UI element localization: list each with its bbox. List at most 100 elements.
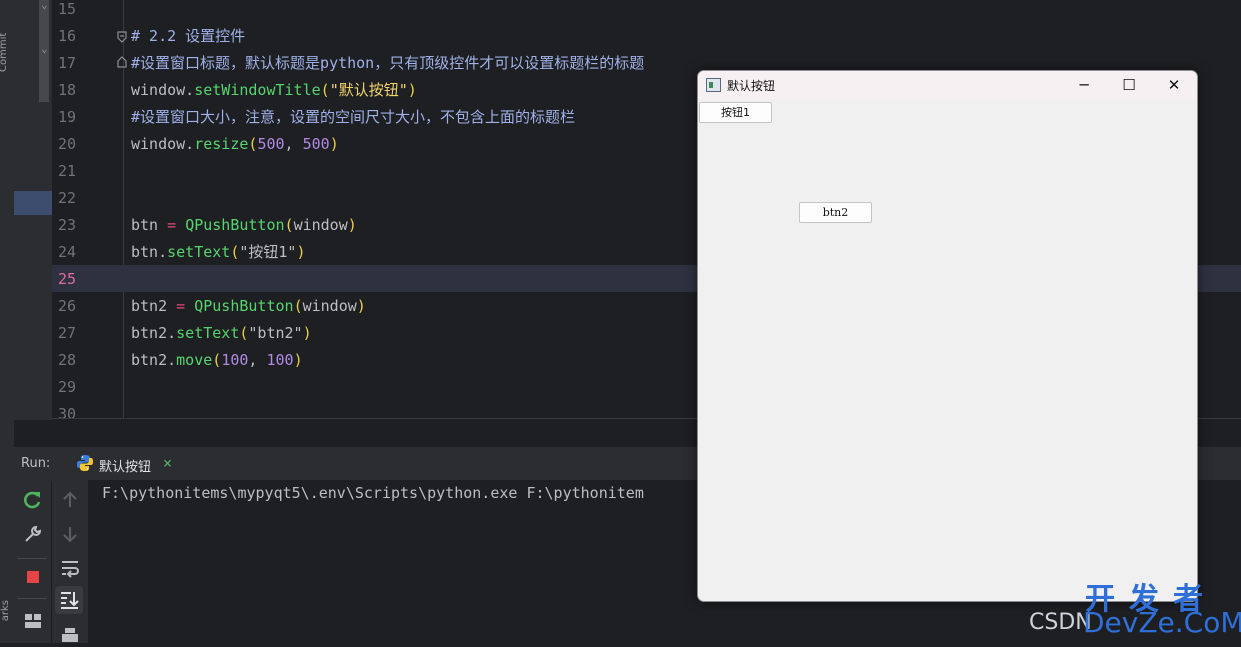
fold-marker-icon[interactable] <box>117 31 127 43</box>
code-token: ) <box>293 351 303 369</box>
code-line[interactable]: #设置窗口大小，注意，设置的空间尺寸大小，不包含上面的标题栏 <box>131 104 575 131</box>
run-label: Run: <box>21 456 51 471</box>
code-line[interactable]: # 2.2 设置控件 <box>131 23 245 50</box>
qt-title-bar[interactable]: 默认按钮 ─ ☐ ✕ <box>698 71 1197 99</box>
window-app-icon <box>706 78 721 92</box>
chevron-down-icon[interactable]: ⌄ <box>41 0 48 11</box>
code-token: , <box>248 351 267 369</box>
stop-icon[interactable] <box>22 566 44 588</box>
code-line[interactable]: btn2 = QPushButton(window) <box>131 293 366 320</box>
code-token: ( <box>320 81 330 99</box>
structure-panel: ⌄ ⌄ <box>14 0 52 420</box>
chevron-down-icon[interactable]: ⌄ <box>41 42 48 55</box>
line-number: 16 <box>58 27 77 45</box>
line-number: 29 <box>58 378 77 396</box>
python-icon <box>77 455 93 471</box>
code-token: ) <box>356 297 366 315</box>
line-number: 27 <box>58 324 77 342</box>
line-number: 26 <box>58 297 77 315</box>
code-token: move <box>176 351 213 369</box>
line-number: 25 <box>58 270 77 288</box>
code-line[interactable]: #设置窗口标题，默认标题是python，只有顶级控件才可以设置标题栏的标题 <box>131 50 644 77</box>
code-token: = <box>176 297 186 315</box>
code-token: btn2. <box>131 351 177 369</box>
code-token: "按钮1" <box>239 243 297 261</box>
code-token: resize <box>194 135 249 153</box>
arrow-up-icon[interactable] <box>59 489 81 511</box>
code-token: , <box>284 135 303 153</box>
run-tab-label: 默认按钮 <box>99 460 152 475</box>
scroll-to-end-icon <box>61 592 79 609</box>
code-token: ) <box>329 135 339 153</box>
line-number: 24 <box>58 243 77 261</box>
close-icon[interactable]: × <box>163 454 172 472</box>
code-token: QPushButton <box>185 216 285 234</box>
code-token: ( <box>293 297 303 315</box>
qt-window-title: 默认按钮 <box>727 79 776 93</box>
code-token: = <box>167 216 177 234</box>
bookmarks-tool-label[interactable]: arks <box>0 600 11 621</box>
line-number: 17 <box>58 54 77 72</box>
watermark-site: DevZe.CoM <box>1083 606 1241 639</box>
line-number: 23 <box>58 216 77 234</box>
code-token: ( <box>284 216 294 234</box>
code-token: 100 <box>266 351 294 369</box>
console-command-line: F:\pythonitems\mypyqt5\.env\Scripts\pyth… <box>102 484 644 502</box>
line-number: 18 <box>58 81 77 99</box>
line-number: 20 <box>58 135 77 153</box>
line-number: 28 <box>58 351 77 369</box>
btn2-button[interactable]: btn2 <box>799 202 872 223</box>
rerun-icon[interactable] <box>22 489 44 511</box>
code-token: setWindowTitle <box>194 81 321 99</box>
line-number: 22 <box>58 189 77 207</box>
code-token: window. <box>131 81 195 99</box>
wrench-icon[interactable] <box>22 523 44 545</box>
commit-tool-label[interactable]: Commit <box>0 2 12 72</box>
code-line[interactable]: window.setWindowTitle("默认按钮") <box>131 77 417 104</box>
code-token: setText <box>167 243 231 261</box>
button1[interactable]: 按钮1 <box>699 102 772 123</box>
soft-wrap-icon[interactable] <box>59 557 81 579</box>
code-token: btn2 <box>131 297 177 315</box>
arrow-down-icon[interactable] <box>59 523 81 545</box>
code-line[interactable]: btn.setText("按钮1") <box>131 239 306 266</box>
structure-selection <box>14 191 52 215</box>
code-token: 500 <box>302 135 330 153</box>
code-token: ) <box>347 216 357 234</box>
code-line[interactable]: window.resize(500, 500) <box>131 131 339 158</box>
code-token: "btn2" <box>248 324 303 342</box>
code-token: window <box>302 297 357 315</box>
code-token: # 2.2 设置控件 <box>131 27 246 45</box>
code-token: ) <box>407 81 417 99</box>
minimize-icon[interactable]: ─ <box>1069 75 1099 95</box>
code-token: QPushButton <box>194 297 294 315</box>
code-line[interactable]: btn2.setText("btn2") <box>131 320 312 347</box>
run-tab[interactable]: 默认按钮 × <box>61 447 187 483</box>
code-token: ) <box>296 243 306 261</box>
layout-icon[interactable] <box>22 610 44 632</box>
code-token: window. <box>131 135 195 153</box>
maximize-icon[interactable]: ☐ <box>1114 75 1144 95</box>
fold-end-marker-icon[interactable] <box>117 56 127 68</box>
scroll-to-end-button[interactable] <box>55 586 83 614</box>
code-line[interactable]: btn = QPushButton(window) <box>131 212 357 239</box>
code-token: btn <box>131 216 168 234</box>
code-token: setText <box>176 324 240 342</box>
qt-window[interactable]: 默认按钮 ─ ☐ ✕ 按钮1 btn2 <box>697 70 1198 602</box>
line-number: 15 <box>58 0 77 18</box>
code-token: #设置窗口大小，注意，设置的空间尺寸大小，不包含上面的标题栏 <box>131 108 576 126</box>
print-icon[interactable] <box>59 625 81 647</box>
code-token: 100 <box>221 351 249 369</box>
console-tools-column <box>52 480 88 643</box>
code-token: window <box>293 216 348 234</box>
code-line[interactable]: btn2.move(100, 100) <box>131 347 303 374</box>
code-token: 500 <box>257 135 285 153</box>
code-token: btn2. <box>131 324 177 342</box>
divider <box>18 558 46 559</box>
divider <box>18 598 46 599</box>
line-number: 19 <box>58 108 77 126</box>
run-tools-column <box>14 480 51 643</box>
close-icon[interactable]: ✕ <box>1159 75 1189 95</box>
